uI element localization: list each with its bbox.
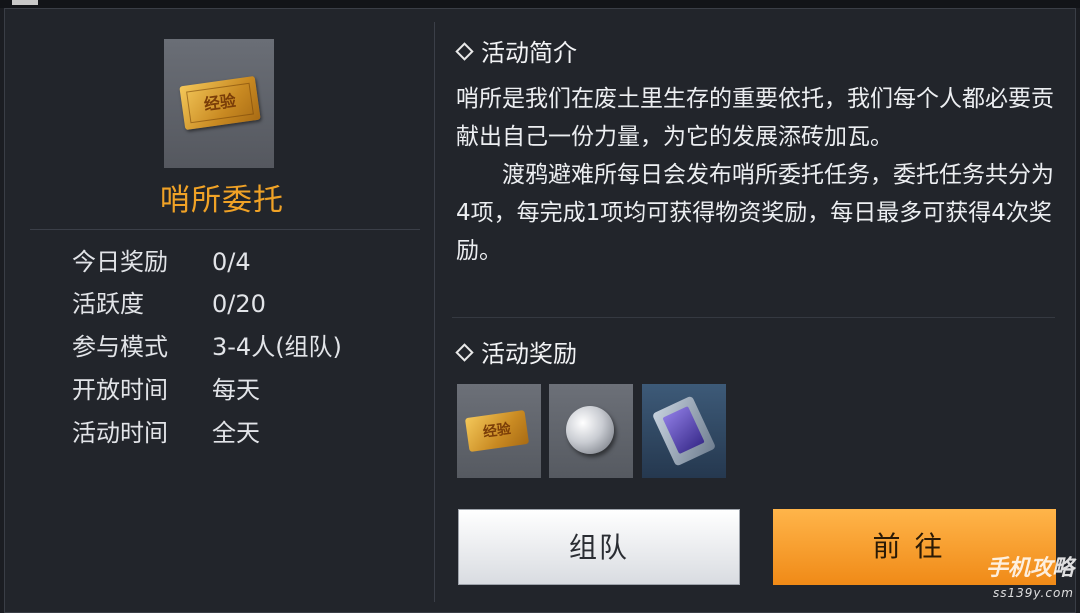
exp-ticket-icon: 经验: [464, 409, 530, 453]
silver-coin-icon: [566, 406, 614, 454]
info-value: 0/4: [212, 248, 251, 276]
intro-heading-text: 活动简介: [481, 39, 577, 67]
watermark-main: 手机攻略: [985, 556, 1074, 581]
event-title: 哨所委托: [160, 183, 284, 218]
supply-crate-icon: [651, 395, 717, 467]
info-row-mode: 参与模式 3-4人(组队): [72, 329, 342, 365]
reward-item-silver-coin[interactable]: [549, 384, 633, 478]
exp-ticket-icon: 经验: [179, 75, 261, 131]
info-row-open-time: 开放时间 每天: [72, 372, 260, 408]
diamond-icon: [455, 41, 474, 61]
info-label: 今日奖励: [72, 248, 168, 276]
reward-item-exp-ticket[interactable]: 经验: [457, 384, 541, 478]
info-value: 3-4人(组队): [212, 333, 342, 361]
info-value: 0/20: [212, 290, 266, 318]
intro-text: 哨所是我们在废土里生存的重要依托，我们每个人都必要贡献出自己一份力量，为它的发展…: [456, 80, 1056, 270]
info-value: 每天: [212, 376, 260, 404]
intro-heading: 活动简介: [455, 38, 577, 68]
info-value: 全天: [212, 419, 260, 447]
intro-paragraph-1: 哨所是我们在废土里生存的重要依托，我们每个人都必要贡献出自己一份力量，为它的发展…: [456, 86, 1054, 150]
column-divider: [434, 22, 435, 602]
top-strip: [0, 0, 1080, 8]
event-icon: 经验: [164, 39, 274, 168]
ticket-label: 经验: [186, 82, 254, 124]
section-divider: [452, 317, 1055, 318]
diamond-icon: [455, 342, 474, 362]
info-row-event-time: 活动时间 全天: [72, 415, 260, 451]
info-label: 活跃度: [72, 290, 144, 318]
watermark: 手机攻略 ss139y.com: [986, 557, 1074, 605]
reward-item-supply-crate[interactable]: [642, 384, 726, 478]
rewards-heading-text: 活动奖励: [481, 340, 577, 368]
watermark-sub: ss139y.com: [992, 586, 1074, 600]
info-label: 开放时间: [72, 376, 168, 404]
info-row-today-reward: 今日奖励 0/4: [72, 244, 251, 280]
info-label: 参与模式: [72, 333, 168, 361]
rewards-heading: 活动奖励: [455, 339, 577, 369]
info-row-activity: 活跃度 0/20: [72, 286, 266, 322]
info-label: 活动时间: [72, 419, 168, 447]
title-divider: [30, 229, 420, 230]
team-button[interactable]: 组队: [458, 509, 740, 585]
intro-paragraph-2: 渡鸦避难所每日会发布哨所委托任务，委托任务共分为4项，每完成1项均可获得物资奖励…: [456, 162, 1054, 264]
close-bar-icon[interactable]: [12, 0, 38, 5]
